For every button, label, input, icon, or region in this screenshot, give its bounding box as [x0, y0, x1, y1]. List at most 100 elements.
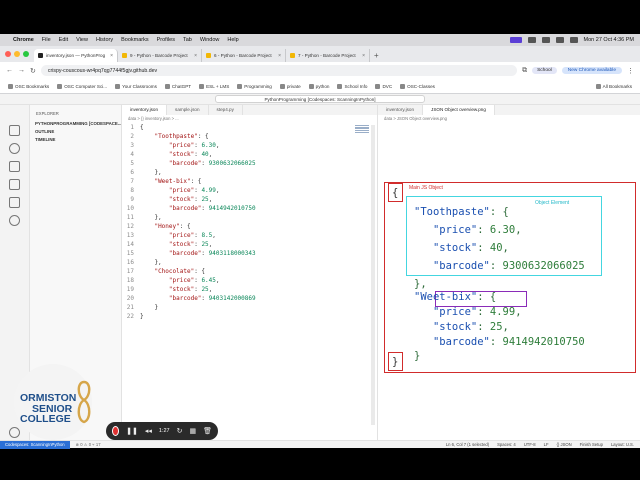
code-line[interactable]: 21 } [122, 303, 378, 312]
command-center[interactable]: PythonProgramming [Codespaces: ScanningI… [215, 95, 425, 103]
tab-barcode-9[interactable]: 9 - Python - Barcode Project × [118, 49, 202, 62]
menu-edit[interactable]: Edit [59, 37, 68, 43]
code-editor[interactable]: inventory.json sample.json step4.py data… [122, 105, 378, 446]
extensions-icon[interactable]: ⧉ [522, 67, 527, 75]
keyboard-layout[interactable]: Layout: U.S. [611, 442, 634, 447]
bookmark-item[interactable]: School Info [337, 83, 367, 89]
tab-inventory-json[interactable]: inventory.json [122, 105, 168, 115]
menu-bookmarks[interactable]: Bookmarks [121, 37, 149, 43]
menu-history[interactable]: History [96, 37, 113, 43]
code-line[interactable]: 18 "price": 6.45, [122, 276, 378, 285]
more-menu-icon[interactable]: ⋮ [627, 67, 634, 75]
editor-scrollbar[interactable] [371, 125, 375, 425]
code-lines[interactable]: 1{2 "Toothpaste": {3 "price": 6.30, 4 "st… [122, 123, 378, 321]
forward-icon[interactable]: → [18, 67, 25, 74]
control-center-icon[interactable] [569, 37, 578, 43]
tab-inventory-json-preview[interactable]: inventory.json [378, 105, 424, 115]
menu-view[interactable]: View [76, 37, 88, 43]
sidebar-item-outline[interactable]: OUTLINE [30, 127, 121, 135]
rewind-icon[interactable]: ◂◂ [145, 427, 152, 435]
sidebar-item-project[interactable]: PYTHONPROGRAMMING [CODESPACE... [30, 119, 121, 127]
code-line[interactable]: 8 "price": 4.99, [122, 186, 378, 195]
profile-button[interactable]: School [532, 67, 557, 74]
code-line[interactable]: 20 "barcode": 9403142000869 [122, 294, 378, 303]
run-debug-icon[interactable] [9, 179, 20, 190]
restart-icon[interactable]: ↻ [177, 427, 183, 435]
bookmark-item[interactable]: OSC-Classes [400, 83, 435, 89]
line-endings[interactable]: LF [544, 442, 549, 447]
code-line[interactable]: 22} [122, 312, 378, 321]
tab-barcode-7[interactable]: 7 - Python - Barcode Project × [286, 49, 370, 62]
minimap[interactable] [355, 125, 369, 139]
bookmark-item[interactable]: ESL + LMS [199, 83, 229, 89]
files-icon[interactable] [9, 125, 20, 136]
menu-help[interactable]: Help [227, 37, 238, 43]
code-line[interactable]: 5 "barcode": 9300632066025 [122, 159, 378, 168]
remote-indicator[interactable]: Codespaces: ScanningInPython [0, 440, 70, 449]
bookmark-item[interactable]: Programming [237, 83, 272, 89]
code-line[interactable]: 16 }, [122, 258, 378, 267]
tab-sample-json[interactable]: sample.json [167, 105, 209, 115]
tab-inventory-json[interactable]: inventory.json — PythonProg × [34, 49, 118, 62]
bookmark-item[interactable]: Your Classrooms [115, 83, 157, 89]
bookmark-item[interactable]: DVC [375, 83, 392, 89]
problems-indicator[interactable]: ⊗ 0 ⚠ 0 ⑂ 17 [76, 442, 101, 447]
finish-setup[interactable]: Finish Setup [580, 442, 603, 447]
github-icon[interactable] [9, 215, 20, 226]
all-bookmarks[interactable]: All Bookmarks [595, 83, 632, 89]
code-line[interactable]: 10 "barcode": 9414942010750 [122, 204, 378, 213]
update-chrome-button[interactable]: New Chrome available [561, 67, 622, 74]
new-tab-button[interactable]: + [374, 49, 379, 62]
code-line[interactable]: 2 "Toothpaste": { [122, 132, 378, 141]
menu-clock[interactable]: Mon 27 Oct 4:36 PM [584, 37, 634, 43]
tab-step4-py[interactable]: step4.py [209, 105, 243, 115]
search-icon[interactable] [9, 143, 20, 154]
grid-icon[interactable]: ▦ [189, 427, 196, 435]
sidebar-item-timeline[interactable]: TIMELINE [30, 135, 121, 143]
cursor-position[interactable]: Ln 6, Col 7 (1 selected) [446, 442, 489, 447]
close-tab-icon[interactable]: × [194, 53, 197, 59]
delete-icon[interactable]: 🗑 [203, 427, 212, 435]
code-line[interactable]: 11 }, [122, 213, 378, 222]
code-line[interactable]: 7 "Weet-bix": { [122, 177, 378, 186]
code-line[interactable]: 6 }, [122, 168, 378, 177]
battery-icon[interactable] [527, 37, 536, 43]
tab-json-overview-png[interactable]: JSON Object overview.png [423, 105, 495, 115]
bookmark-item[interactable]: OSC Bookmarks [8, 83, 49, 89]
menu-window[interactable]: Window [200, 37, 220, 43]
indentation[interactable]: Spaces: 4 [497, 442, 516, 447]
breadcrumb[interactable]: data > {} inventory.json > ... [122, 115, 377, 123]
search-icon[interactable] [555, 37, 564, 43]
code-line[interactable]: 9 "stock": 25, [122, 195, 378, 204]
menu-profiles[interactable]: Profiles [157, 37, 175, 43]
code-line[interactable]: 3 "price": 6.30, [122, 141, 378, 150]
close-tab-icon[interactable]: × [110, 53, 113, 59]
code-line[interactable]: 15 "barcode": 9403118000343 [122, 249, 378, 258]
back-icon[interactable]: ← [6, 67, 13, 74]
bookmark-item[interactable]: python [308, 83, 329, 89]
code-line[interactable]: 1{ [122, 123, 378, 132]
code-line[interactable]: 4 "stock": 40, [122, 150, 378, 159]
menu-file[interactable]: File [42, 37, 51, 43]
tab-barcode-6[interactable]: 6 - Python - Barcode Project × [202, 49, 286, 62]
close-tab-icon[interactable]: × [278, 53, 281, 59]
source-control-icon[interactable] [9, 161, 20, 172]
code-line[interactable]: 14 "stock": 25, [122, 240, 378, 249]
wifi-icon[interactable] [541, 37, 550, 43]
address-bar[interactable]: crispy-couscous-wr4pq7qg7744f5gjv.github… [40, 65, 518, 76]
code-line[interactable]: 13 "price": 8.5, [122, 231, 378, 240]
menu-app-name[interactable]: Chrome [13, 37, 34, 43]
code-line[interactable]: 12 "Honey": { [122, 222, 378, 231]
reload-icon[interactable]: ↻ [30, 67, 36, 75]
code-line[interactable]: 19 "stock": 25, [122, 285, 378, 294]
bookmark-item[interactable]: ChatGPT [164, 83, 191, 89]
language-mode[interactable]: {} JSON [557, 442, 572, 447]
pause-icon[interactable]: ❚❚ [126, 427, 138, 435]
preview-breadcrumb[interactable]: data > JSON Object overview.png [378, 115, 640, 123]
bookmark-item[interactable]: OSC Computer Sci... [57, 83, 107, 89]
extensions-icon[interactable] [9, 197, 20, 208]
menu-tab[interactable]: Tab [183, 37, 192, 43]
close-tab-icon[interactable]: × [362, 53, 365, 59]
bookmark-item[interactable]: private [279, 83, 301, 89]
code-line[interactable]: 17 "Chocolate": { [122, 267, 378, 276]
